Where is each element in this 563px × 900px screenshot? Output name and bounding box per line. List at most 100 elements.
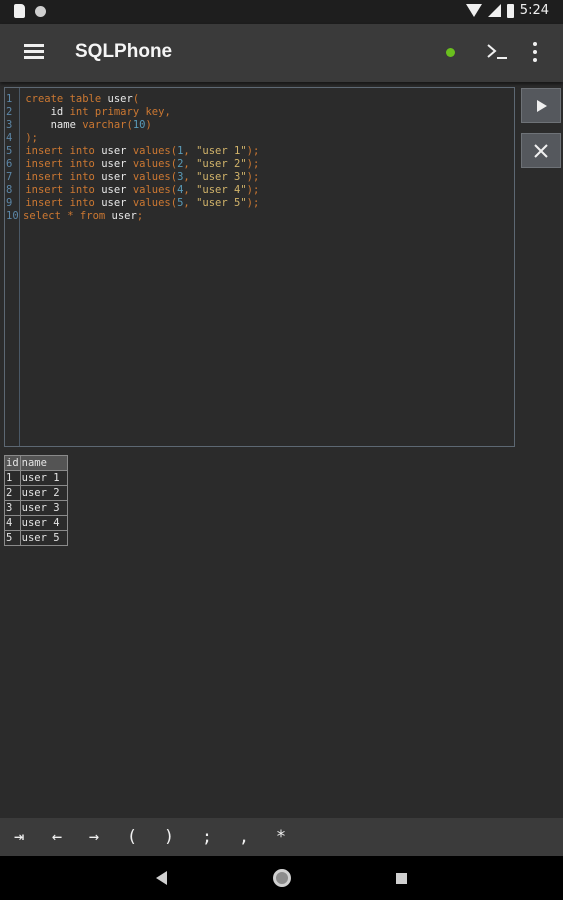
code-line[interactable]: 6 insert into user values(2, "user 2");	[5, 158, 259, 171]
home-icon[interactable]	[273, 869, 291, 887]
status-right: 5:24	[465, 3, 549, 18]
code-token: into	[69, 197, 102, 209]
line-number: 9	[6, 197, 13, 209]
code-token: );	[246, 184, 260, 196]
code-token: ,	[183, 184, 197, 196]
line-number: 7	[6, 171, 13, 183]
code-token: into	[69, 158, 102, 170]
code-token: ,	[164, 106, 171, 118]
line-number: 3	[6, 119, 13, 131]
code-token: user	[101, 158, 133, 170]
signal-icon	[487, 4, 501, 17]
line-number: 2	[6, 106, 13, 118]
code-token: values	[132, 184, 171, 196]
code-token: );	[246, 171, 260, 183]
code-token: );	[25, 132, 38, 144]
table-row: 3 user 3	[4, 500, 68, 516]
code-line[interactable]: 10 select * from user;	[5, 210, 259, 223]
code-token: key	[145, 106, 165, 118]
code-token: insert	[25, 171, 70, 183]
menu-icon[interactable]	[24, 44, 44, 60]
code-token: user	[111, 210, 137, 222]
column-header-name: name	[19, 455, 68, 471]
code-token: user	[107, 93, 133, 105]
code-token: insert	[25, 197, 70, 209]
clear-button[interactable]	[521, 133, 561, 168]
close-paren-key[interactable]: )	[156, 824, 182, 850]
code-line[interactable]: 5 insert into user values(1, "user 1");	[5, 145, 259, 158]
code-token: "user 5"	[196, 197, 247, 209]
status-left	[14, 4, 46, 18]
run-button[interactable]	[521, 88, 561, 123]
code-token: select	[23, 210, 68, 222]
code-token: user	[101, 184, 133, 196]
code-line[interactable]: 1 create table user(	[5, 93, 259, 106]
code-token: values	[132, 158, 171, 170]
line-number: 4	[6, 132, 13, 144]
app-bar: SQLPhone	[0, 24, 563, 82]
code-token: ,	[183, 171, 197, 183]
table-row: 1 user 1	[4, 470, 68, 486]
table-row: 4 user 4	[4, 515, 68, 531]
code-token: ,	[183, 197, 197, 209]
code-token: id	[25, 106, 70, 118]
code-token: insert	[25, 158, 70, 170]
code-token: name	[25, 119, 83, 131]
code-token: into	[69, 145, 102, 157]
code-token: )	[145, 119, 152, 131]
app-title: SQLPhone	[75, 41, 173, 62]
cell-id: 5	[4, 530, 21, 546]
more-vert-icon[interactable]	[532, 42, 538, 62]
code-token: );	[246, 145, 260, 157]
code-token: varchar	[82, 119, 127, 131]
recents-icon[interactable]	[396, 873, 407, 884]
sql-editor[interactable]: 1 create table user(2 id int primary key…	[4, 87, 515, 447]
table-row: 2 user 2	[4, 485, 68, 501]
line-number: 10	[6, 210, 19, 222]
line-number: 6	[6, 158, 13, 170]
code-token: "user 2"	[196, 158, 247, 170]
code-line[interactable]: 8 insert into user values(4, "user 4");	[5, 184, 259, 197]
cell-id: 3	[4, 500, 21, 516]
code-token: insert	[25, 184, 70, 196]
code-token: insert	[25, 145, 70, 157]
code-token: from	[79, 210, 112, 222]
code-token: primary	[94, 106, 146, 118]
comma-key[interactable]: ,	[231, 824, 257, 850]
connection-status-dot	[446, 48, 455, 57]
asterisk-key[interactable]: *	[268, 824, 294, 850]
column-header-id: id	[4, 455, 21, 471]
semicolon-key[interactable]: ;	[194, 824, 220, 850]
cell-name: user 4	[19, 515, 68, 531]
line-number: 1	[6, 93, 13, 105]
result-header-row: id name	[4, 455, 68, 471]
notification-dot-icon	[35, 5, 46, 17]
code-token: *	[67, 210, 80, 222]
open-paren-key[interactable]: (	[119, 824, 145, 850]
code-text[interactable]: 1 create table user(2 id int primary key…	[5, 93, 259, 223]
code-token: "user 4"	[196, 184, 247, 196]
code-line[interactable]: 3 name varchar(10)	[5, 119, 259, 132]
code-token: values	[132, 171, 171, 183]
cursor-right-key[interactable]: →	[81, 824, 107, 850]
code-token: ;	[136, 210, 144, 222]
sd-card-icon	[14, 4, 25, 18]
code-token: (	[132, 93, 140, 105]
code-line[interactable]: 2 id int primary key,	[5, 106, 259, 119]
terminal-icon[interactable]	[485, 39, 509, 63]
code-token: user	[101, 197, 133, 209]
status-time: 5:24	[519, 3, 549, 18]
table-row: 5 user 5	[4, 530, 68, 546]
code-token: 10	[132, 119, 146, 131]
code-token: values	[132, 197, 171, 209]
code-token: create	[25, 93, 70, 105]
result-table: id name 1 user 1 2 user 2 3 user 3 4 user 4 …	[4, 455, 68, 546]
code-line[interactable]: 9 insert into user values(5, "user 5");	[5, 197, 259, 210]
cursor-left-key[interactable]: ←	[44, 824, 70, 850]
code-line[interactable]: 7 insert into user values(3, "user 3");	[5, 171, 259, 184]
back-icon[interactable]	[156, 871, 167, 885]
code-token: int	[69, 106, 95, 118]
code-line[interactable]: 4 );	[5, 132, 259, 145]
tab-key[interactable]: ⇥	[6, 824, 32, 850]
cell-name: user 1	[19, 470, 68, 486]
